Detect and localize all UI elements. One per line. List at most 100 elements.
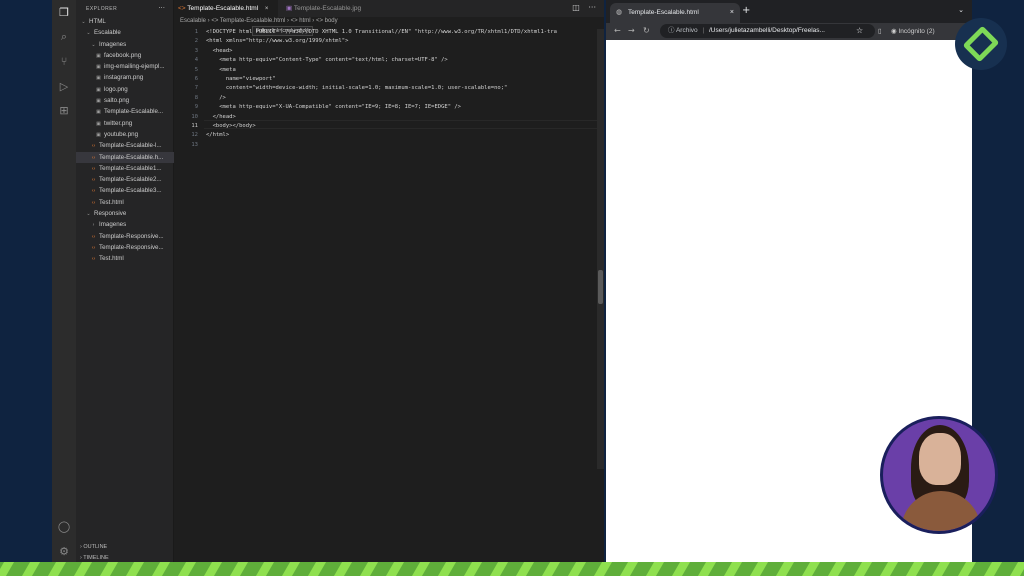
browser-tab-title: Template-Escalable.html	[628, 9, 699, 16]
tab-template-escalable-jpg[interactable]: ▣ Template-Escalable.jpg	[282, 0, 392, 17]
line-number: 6	[194, 76, 198, 82]
file-tree-label: Template-Responsive...	[99, 232, 164, 240]
file-tree-label: Template-Escalable...	[104, 108, 164, 116]
account-icon[interactable]: ◯	[57, 520, 71, 534]
stripe-chevron	[983, 562, 1003, 576]
tab-close-icon[interactable]: ×	[265, 6, 269, 12]
stripe-chevron	[853, 562, 873, 576]
file-tree-item[interactable]: ‹› Template-Escalable3...	[76, 185, 174, 196]
explorer-more-button[interactable]: ···	[158, 4, 165, 12]
tab-search-chevron-icon[interactable]: ⌄	[958, 6, 964, 14]
file-tree-item[interactable]: ‹› Template-Escalable.h...	[76, 151, 174, 163]
file-tree-item[interactable]: ‹› Test.html	[76, 197, 174, 208]
bookmark-star-icon[interactable]: ☆	[856, 26, 863, 35]
browser-tab-close-icon[interactable]: ×	[730, 3, 734, 23]
code-line: <body></body>	[206, 123, 256, 129]
reload-icon[interactable]: ↻	[643, 26, 650, 35]
file-tree-item[interactable]: ⌄ Imagenes	[76, 39, 174, 50]
file-tree-item[interactable]: › Imagenes	[76, 219, 174, 230]
stripe-chevron	[151, 562, 171, 576]
html-icon: ‹›	[91, 154, 96, 161]
timeline-section[interactable]: › TIMELINE	[76, 555, 174, 561]
globe-icon: ◍	[616, 9, 623, 16]
file-tree-item[interactable]: ▣ logo.png	[76, 84, 174, 95]
chevron-down-icon: ⌄	[91, 41, 96, 48]
file-tree-label: Test.html	[99, 255, 124, 263]
explorer-sidebar: EXPLORER ··· ⌄ HTML ⌄ Escalable ⌄ Imagenes ▣ fa…	[76, 0, 174, 562]
settings-gear-icon[interactable]: ⚙	[57, 545, 71, 559]
file-tree-label: Template-Escalable.h...	[99, 153, 164, 161]
file-tree-item[interactable]: ▣ facebook.png	[76, 50, 174, 61]
file-tree-label: Template-Escalable3...	[99, 187, 162, 195]
file-tree-item[interactable]: ⌄ Responsive	[76, 208, 174, 219]
outline-label: OUTLINE	[83, 544, 108, 550]
code-line: <meta	[206, 66, 236, 73]
stripe-chevron	[73, 562, 93, 576]
file-tree-item[interactable]: ‹› Template-Responsive...	[76, 242, 174, 253]
stripe-chevron	[177, 562, 197, 576]
stripe-chevron	[905, 562, 925, 576]
new-tab-button[interactable]: +	[742, 5, 750, 16]
file-tree-item[interactable]: ▣ instagram.png	[76, 72, 174, 83]
stripe-chevron	[723, 562, 743, 576]
file-tree-item[interactable]: ‹› Template-Escalable2...	[76, 174, 174, 185]
search-icon[interactable]: ⌕	[57, 30, 71, 44]
split-editor-icon[interactable]: ◫	[572, 3, 580, 12]
window-split-handle[interactable]	[598, 270, 603, 304]
chevron-down-icon: ⌄	[81, 19, 86, 25]
editor-scrollbar[interactable]	[597, 29, 604, 469]
file-tree-item[interactable]: ‹› Template-Escalable-l...	[76, 140, 174, 151]
incognito-indicator[interactable]: ◉ Incógnito (2)	[891, 27, 935, 35]
tab-template-escalable-html[interactable]: <> Template-Escalable.html ×	[174, 0, 278, 17]
extensions-icon[interactable]: ⊞	[57, 104, 71, 118]
stripe-chevron	[515, 562, 535, 576]
file-tree-item[interactable]: ⌄ HTML	[76, 16, 174, 27]
file-tree-item[interactable]: ▣ youtube.png	[76, 129, 174, 140]
code-line: <!DOCTYPE html PUBLIC "-//W3C//DTD XHTML…	[206, 29, 557, 35]
browser-toolbar: ← → ↻ ⓘ Archivo | /Users/julietazambelli…	[606, 23, 972, 40]
file-tree-item[interactable]: ‹› Test.html	[76, 253, 174, 264]
explorer-title: EXPLORER	[86, 6, 118, 12]
line-number: 1	[194, 29, 198, 35]
code-line: </html>	[206, 132, 230, 139]
file-tree-item[interactable]: ▣ twitter.png	[76, 118, 174, 129]
file-scheme-label: Archivo	[675, 27, 698, 34]
file-tree-item[interactable]: ▣ img-emailing-ejempl...	[76, 61, 174, 72]
stripe-chevron	[879, 562, 899, 576]
file-tree-item[interactable]: ‹› Template-Responsive...	[76, 231, 174, 242]
line-number: 9	[194, 104, 198, 111]
sidebar-panel-icon[interactable]: ▯	[878, 27, 882, 35]
code-line: content="width=device-width; initial-sca…	[206, 85, 508, 92]
stripe-chevron	[931, 562, 951, 576]
source-control-icon[interactable]: ⑂	[57, 55, 71, 69]
line-number: 7	[194, 85, 198, 92]
code-line: <meta http-equiv="X-UA-Compatible" conte…	[206, 104, 461, 111]
line-number: 3	[194, 47, 198, 54]
timeline-label: TIMELINE	[83, 555, 109, 561]
stripe-chevron	[125, 562, 145, 576]
html-icon: ‹›	[91, 188, 96, 195]
file-tree-item[interactable]: ▣ Template-Escalable...	[76, 106, 174, 117]
file-tree-item[interactable]: ‹› Template-Escalable1...	[76, 163, 174, 174]
more-actions-icon[interactable]: ···	[588, 3, 596, 12]
browser-tab[interactable]: ◍ Template-Escalable.html ×	[610, 3, 740, 23]
forward-arrow-icon[interactable]: →	[628, 26, 635, 35]
outline-section[interactable]: › OUTLINE	[76, 544, 174, 550]
image-icon: ▣	[96, 109, 101, 116]
back-arrow-icon[interactable]: ←	[614, 26, 621, 35]
run-debug-icon[interactable]: ▷	[57, 80, 71, 94]
stripe-chevron	[489, 562, 509, 576]
bottom-brand-stripe	[0, 562, 1024, 576]
html-icon: ‹›	[91, 143, 96, 150]
file-tree-label: instagram.png	[104, 74, 144, 82]
line-number: 13	[191, 141, 198, 148]
address-url: /Users/julietazambelli/Desktop/Freelas..…	[708, 27, 825, 34]
files-icon[interactable]: ❐	[57, 6, 71, 20]
address-separator: |	[702, 27, 705, 34]
file-tree-item[interactable]: ▣ salto.png	[76, 95, 174, 106]
address-bar[interactable]: ⓘ Archivo | /Users/julietazambelli/Deskt…	[660, 24, 875, 38]
file-tree-item[interactable]: ⌄ Escalable	[76, 27, 174, 38]
stripe-chevron	[749, 562, 769, 576]
file-tree-label: twitter.png	[104, 119, 133, 127]
incognito-icon: ◉	[891, 28, 897, 35]
